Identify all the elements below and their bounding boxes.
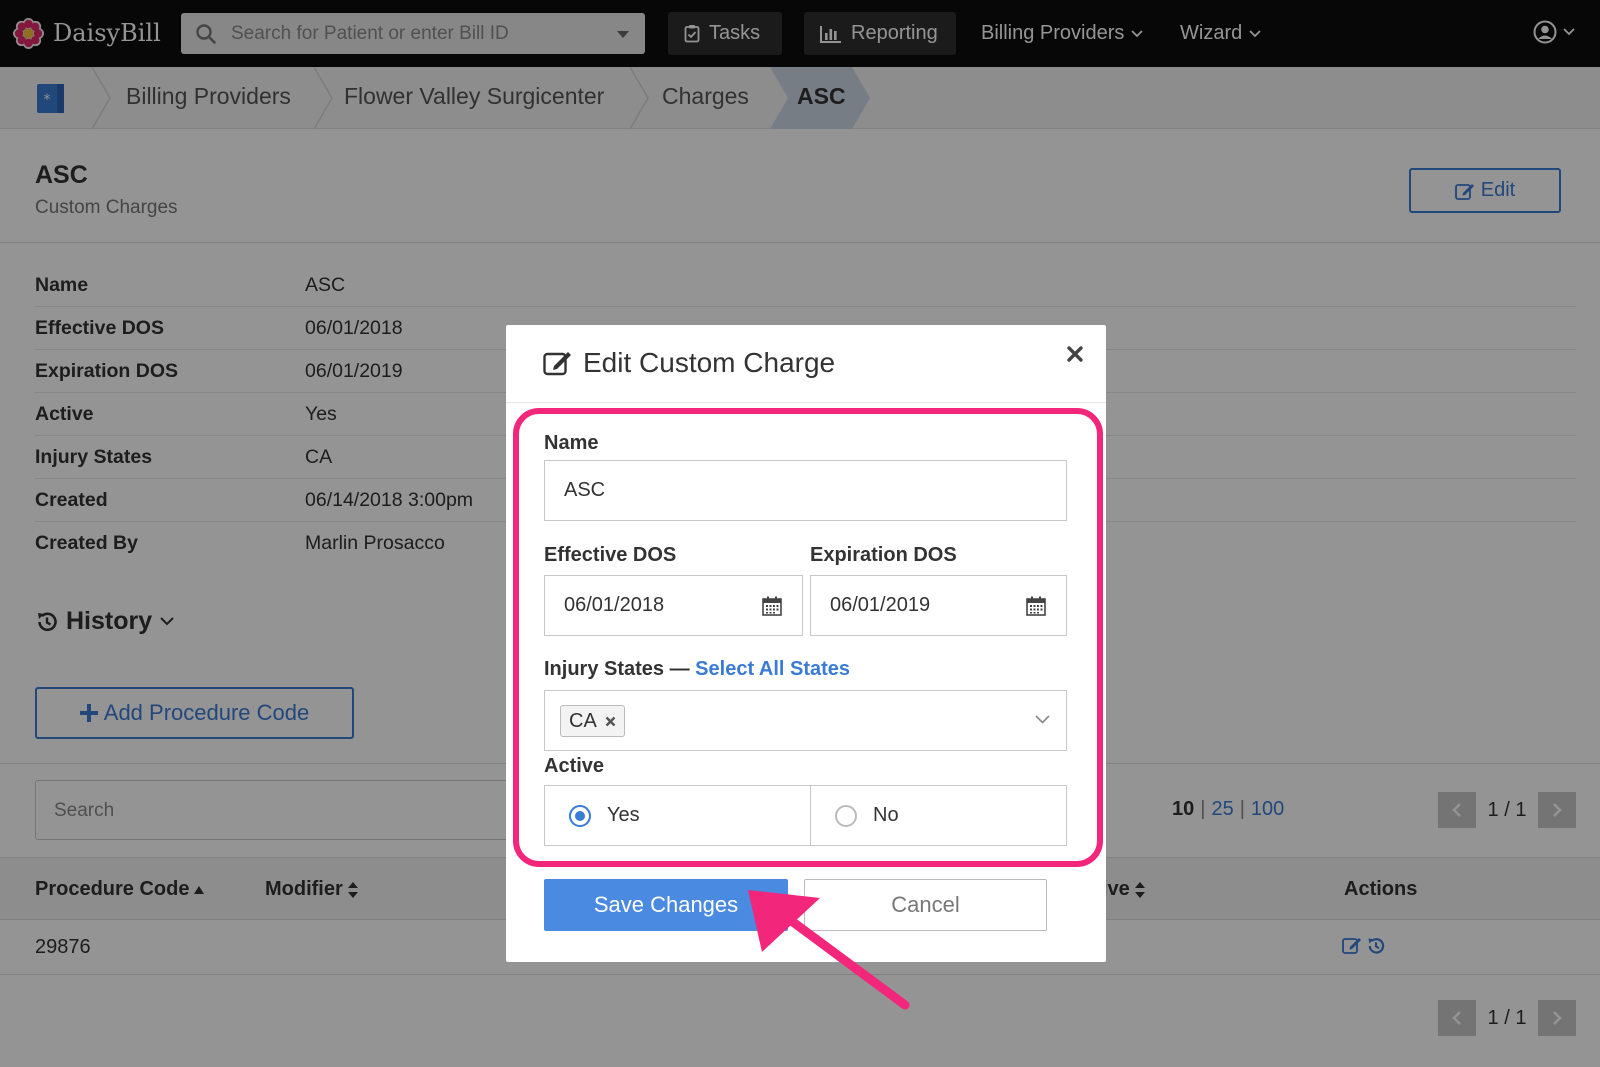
calendar-icon[interactable] — [762, 596, 782, 616]
pointer-arrow-annotation — [748, 890, 910, 1010]
modal-title: Edit Custom Charge — [543, 347, 835, 379]
injury-states-label: Injury States — Select All States — [544, 658, 850, 681]
close-icon — [605, 716, 616, 726]
active-yes-option[interactable]: Yes — [545, 786, 811, 845]
calendar-icon[interactable] — [1026, 596, 1046, 616]
remove-tag-button[interactable] — [605, 716, 616, 727]
expiration-dos-label: Expiration DOS — [810, 544, 957, 566]
select-all-states-link[interactable]: Select All States — [695, 658, 850, 680]
name-label: Name — [544, 432, 599, 454]
modal-title-text: Edit Custom Charge — [583, 347, 836, 378]
edit-icon — [543, 352, 571, 376]
edit-custom-charge-modal: Edit Custom Charge Name ASC Effective DO… — [506, 325, 1106, 962]
radio-unselected-icon — [835, 804, 857, 827]
expiration-dos-input[interactable]: 06/01/2019 — [810, 575, 1067, 636]
expiration-dos-value: 06/01/2019 — [830, 594, 931, 616]
active-radio-group: Yes No — [544, 785, 1067, 846]
active-label: Active — [544, 755, 605, 777]
radio-selected-icon — [569, 804, 591, 827]
injury-states-select[interactable]: CA — [544, 690, 1067, 751]
effective-dos-value: 06/01/2018 — [564, 594, 665, 616]
chevron-down-icon[interactable] — [1035, 715, 1050, 724]
effective-dos-input[interactable]: 06/01/2018 — [544, 575, 803, 636]
name-input[interactable]: ASC — [544, 460, 1067, 521]
state-tag: CA — [560, 705, 625, 737]
injury-states-label-text: Injury States — — [544, 658, 690, 680]
active-yes-label: Yes — [607, 804, 640, 826]
state-tag-label: CA — [569, 709, 597, 732]
active-no-label: No — [873, 804, 899, 826]
active-no-option[interactable]: No — [811, 786, 1066, 845]
modal-header: Edit Custom Charge — [506, 325, 1106, 403]
close-icon[interactable] — [1066, 345, 1084, 363]
effective-dos-label: Effective DOS — [544, 544, 677, 566]
